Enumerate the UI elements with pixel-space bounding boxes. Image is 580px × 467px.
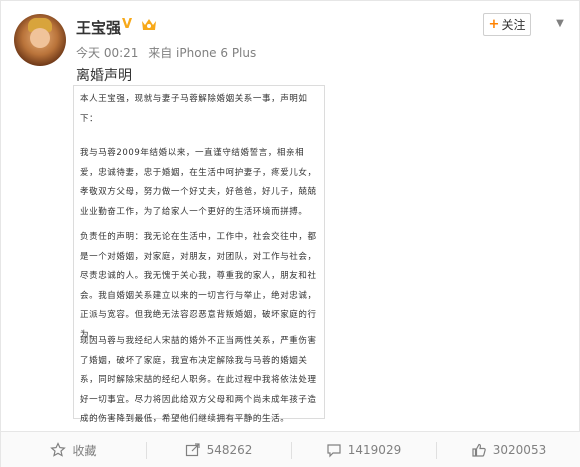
comment-icon — [326, 442, 342, 458]
like-count: 3020053 — [492, 443, 547, 457]
comment-button[interactable]: 1419029 — [291, 432, 436, 467]
like-button[interactable]: 3020053 — [436, 432, 580, 467]
plus-icon: + — [488, 17, 500, 32]
post-source[interactable]: 来自 iPhone 6 Plus — [148, 46, 256, 60]
share-button[interactable]: 548262 — [146, 432, 291, 467]
favorite-label: 收藏 — [72, 443, 97, 458]
follow-button[interactable]: + 关注 — [483, 13, 531, 36]
avatar-face — [30, 28, 50, 48]
action-bar: 收藏 548262 1419029 3020053 — [1, 431, 580, 467]
statement-image[interactable]: 本人王宝强，现就与妻子马蓉解除婚姻关系一事，声明如下： 我与马蓉2009年结婚以… — [73, 85, 325, 424]
user-name[interactable]: 王宝强 — [76, 17, 121, 38]
chevron-down-icon[interactable]: ▼ — [553, 16, 567, 30]
share-count: 548262 — [206, 443, 253, 457]
comment-count: 1419029 — [347, 443, 402, 457]
statement-paragraph-decision: 现因马蓉与我经纪人宋喆的婚外不正当两性关系，严重伤害了婚姻，破坏了家庭，我宣布决… — [80, 336, 317, 424]
share-icon — [185, 442, 201, 458]
post-time[interactable]: 今天 00:21 — [76, 46, 138, 60]
statement-paragraph-declaration: 负责任的声明：我无论在生活中，工作中，社会交往中，都是一个对婚姻，对家庭，对朋友… — [80, 232, 317, 340]
avatar[interactable] — [14, 14, 66, 66]
statement-paragraph-intro: 本人王宝强，现就与妻子马蓉解除婚姻关系一事，声明如下： — [80, 94, 308, 124]
verified-icon[interactable]: V — [122, 18, 136, 32]
star-icon — [50, 442, 67, 458]
post-meta: 今天 00:21 来自 iPhone 6 Plus — [76, 44, 262, 61]
vip-crown-icon[interactable] — [140, 16, 158, 33]
post-text: 离婚声明 — [76, 68, 132, 84]
favorite-button[interactable]: 收藏 — [1, 432, 146, 467]
weibo-post-card: 王宝强 V 今天 00:21 来自 iPhone 6 Plus + 关注 ▼ 离… — [0, 0, 580, 467]
follow-label: 关注 — [501, 18, 526, 32]
statement-paragraph-marriage: 我与马蓉2009年结婚以来，一直谨守结婚誓言，相亲相爱，忠诚待妻，忠于婚姻，在生… — [80, 148, 317, 217]
like-icon — [471, 442, 487, 458]
